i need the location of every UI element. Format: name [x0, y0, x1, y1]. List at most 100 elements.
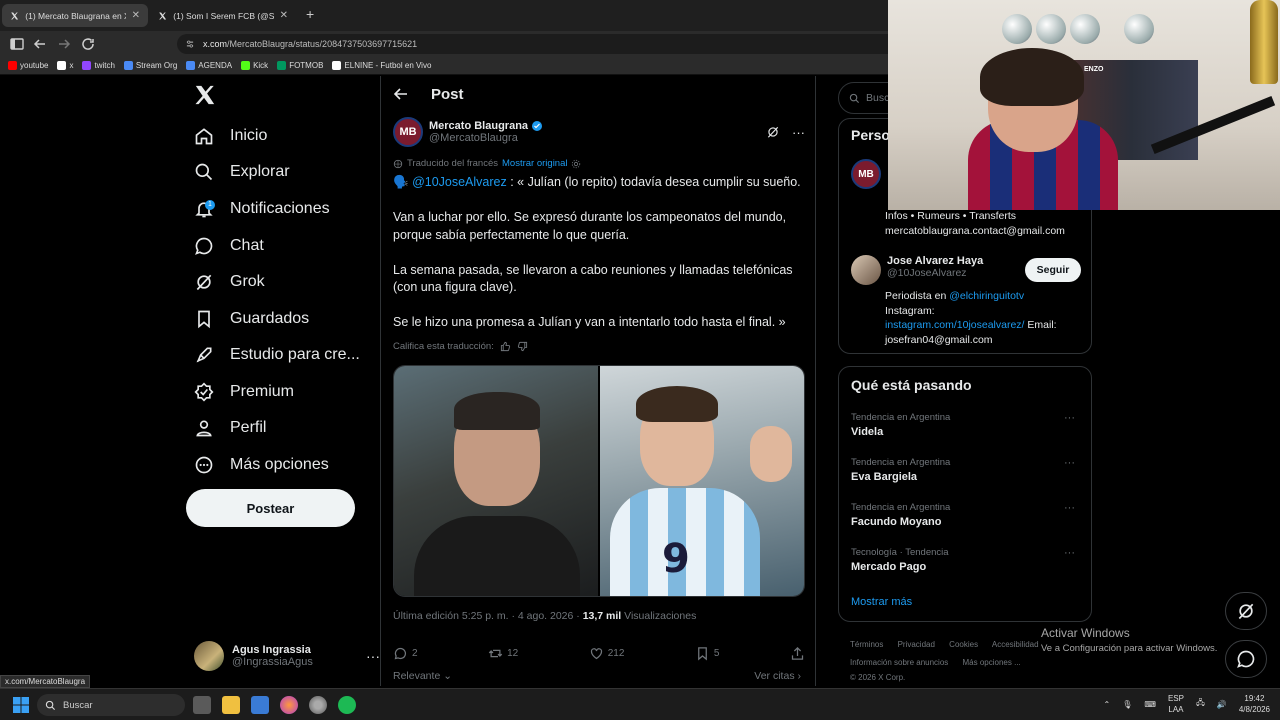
rate-translation: Califica esta traducción: [393, 341, 528, 352]
avatar[interactable]: MB [851, 159, 881, 189]
windows-start-icon[interactable] [13, 697, 29, 713]
nav-item-bookmarks[interactable]: Guardados [194, 304, 309, 334]
reply-button[interactable]: 2 [393, 646, 418, 661]
person-handle[interactable]: @10JoseAlvarez [887, 267, 983, 279]
messages-fab-button[interactable] [1225, 640, 1267, 678]
x-logo-icon[interactable] [194, 84, 216, 106]
obs-icon[interactable] [309, 696, 327, 714]
footer-link[interactable]: Privacidad [898, 640, 935, 649]
thumbs-up-icon[interactable] [500, 341, 511, 352]
youtube-icon [8, 61, 17, 70]
grok-analyze-icon[interactable] [766, 125, 780, 139]
author-handle[interactable]: @MercatoBlaugra [429, 132, 543, 144]
nav-item-creator-studio[interactable]: Estudio para cre... [194, 340, 360, 370]
site-info-icon[interactable] [185, 39, 195, 49]
bookmark-twitch[interactable]: twitch [82, 61, 115, 70]
grok-fab-button[interactable] [1225, 592, 1267, 630]
nav-item-premium[interactable]: Premium [194, 377, 294, 407]
avatar[interactable]: MB [393, 117, 423, 147]
footer-link[interactable]: Términos [850, 640, 883, 649]
trend-item[interactable]: Tendencia en Argentina Facundo Moyano ··… [851, 502, 1081, 528]
nav-item-grok[interactable]: Grok [194, 267, 265, 297]
close-icon[interactable]: ✕ [132, 10, 140, 21]
see-quotes-link[interactable]: Ver citas › [754, 670, 801, 682]
account-switcher[interactable]: Agus Ingrassia @IngrassiaAgus ··· [194, 640, 380, 672]
share-button[interactable] [790, 646, 805, 661]
keyboard-icon[interactable]: ⌨ [1144, 700, 1156, 709]
repost-button[interactable]: 12 [488, 646, 518, 661]
task-view-icon[interactable] [193, 696, 211, 714]
bookmark-stream-org[interactable]: Stream Org [123, 61, 177, 70]
back-icon[interactable] [32, 36, 48, 52]
trend-item[interactable]: Tecnología · Tendencia Mercado Pago ··· [851, 547, 1081, 573]
network-icon[interactable]: 🖧 [1196, 697, 1205, 711]
person-icon [196, 420, 212, 437]
thumbs-down-icon[interactable] [517, 341, 528, 352]
bio-link[interactable]: instagram.com/10josealvarez/ [885, 319, 1024, 331]
post-media[interactable]: 9 [393, 365, 805, 597]
firefox-icon[interactable] [280, 696, 298, 714]
more-icon[interactable]: ··· [1064, 547, 1075, 559]
volume-icon[interactable]: 🔊 [1217, 700, 1227, 709]
gear-icon[interactable] [571, 159, 581, 169]
back-arrow-icon[interactable] [393, 86, 409, 102]
avatar[interactable] [851, 255, 881, 285]
more-icon[interactable]: ··· [1064, 502, 1075, 514]
like-button[interactable]: 212 [589, 646, 624, 661]
more-icon[interactable]: ··· [1064, 412, 1075, 424]
nav-item-explore[interactable]: Explorar [194, 157, 290, 187]
person-row[interactable]: Jose Alvarez Haya @10JoseAlvarez [851, 255, 983, 285]
bookmark-kick[interactable]: Kick [241, 61, 268, 70]
nav-item-chat[interactable]: Chat [194, 231, 264, 261]
bio-link[interactable]: @elchiringuitotv [949, 290, 1024, 302]
browser-tab[interactable]: (1) Som I Serem FCB (@Somhis ✕ [150, 4, 296, 27]
person-name[interactable]: Jose Alvarez Haya [887, 255, 983, 267]
post-timestamp[interactable]: Última edición 5:25 p. m. · 4 ago. 2026 … [393, 610, 583, 622]
more-icon[interactable]: ··· [1064, 457, 1075, 469]
footer-link[interactable]: Más opciones ... [963, 658, 1021, 667]
author-name[interactable]: Mercato Blaugrana [429, 120, 528, 132]
bookmark-x[interactable]: x [57, 61, 73, 70]
new-tab-button[interactable]: + [306, 6, 314, 22]
microphone-icon[interactable]: 🎙 [1122, 700, 1132, 709]
footer-link[interactable]: Cookies [949, 640, 978, 649]
nav-item-profile[interactable]: Perfil [194, 413, 266, 443]
trend-item[interactable]: Tendencia en Argentina Eva Bargiela ··· [851, 457, 1081, 483]
post-image-left[interactable] [394, 366, 598, 596]
language-indicator[interactable]: ESP LAA [1168, 693, 1184, 715]
footer-link[interactable]: Información sobre anuncios [850, 658, 948, 667]
bookmark-elnine[interactable]: ELNINE - Futbol en Vivo [332, 61, 431, 70]
trend-item[interactable]: Tendencia en Argentina Videla ··· [851, 412, 1081, 438]
post-column: Post MB Mercato Blaugrana @MercatoBlaugr… [380, 76, 816, 686]
file-explorer-icon[interactable] [222, 696, 240, 714]
browser-tab-active[interactable]: (1) Mercato Blaugrana en X: " ✕ [2, 4, 148, 27]
url-bar[interactable]: x.com/MercatoBlaugra/status/208473750369… [177, 34, 897, 54]
bookmark-fotmob[interactable]: FOTMOB [277, 61, 323, 70]
more-icon[interactable]: ··· [366, 648, 380, 664]
footer-link[interactable]: Accesibilidad [992, 640, 1039, 649]
show-more-link[interactable]: Mostrar más [851, 596, 912, 608]
nav-item-notifications[interactable]: 1 Notificaciones [194, 194, 330, 224]
post-image-right[interactable]: 9 [600, 366, 804, 596]
close-icon[interactable]: ✕ [280, 10, 288, 21]
forward-icon[interactable] [56, 36, 72, 52]
taskbar-search[interactable]: Buscar [37, 694, 185, 716]
sidebar-toggle-icon[interactable] [9, 36, 25, 52]
chevron-up-icon[interactable]: ⌃ [1104, 700, 1111, 709]
notepad-icon[interactable] [251, 696, 269, 714]
nav-item-home[interactable]: Inicio [194, 121, 267, 151]
follow-button[interactable]: Seguir [1025, 258, 1081, 282]
sort-replies-dropdown[interactable]: Relevante ⌄ [393, 670, 452, 682]
reload-icon[interactable] [80, 36, 96, 52]
bookmark-button[interactable]: 5 [695, 646, 719, 661]
person-row[interactable]: MB [851, 159, 881, 189]
more-icon[interactable]: ··· [792, 125, 805, 140]
mention-link[interactable]: @10JoseAlvarez [412, 175, 507, 189]
post-button[interactable]: Postear [186, 489, 355, 527]
clock[interactable]: 19:42 4/8/2026 [1239, 693, 1270, 715]
bookmark-agenda[interactable]: AGENDA [186, 61, 232, 70]
bookmark-youtube[interactable]: youtube [8, 61, 48, 70]
show-original-link[interactable]: Mostrar original [502, 158, 567, 169]
nav-item-more[interactable]: Más opciones [194, 450, 329, 480]
spotify-icon[interactable] [338, 696, 356, 714]
